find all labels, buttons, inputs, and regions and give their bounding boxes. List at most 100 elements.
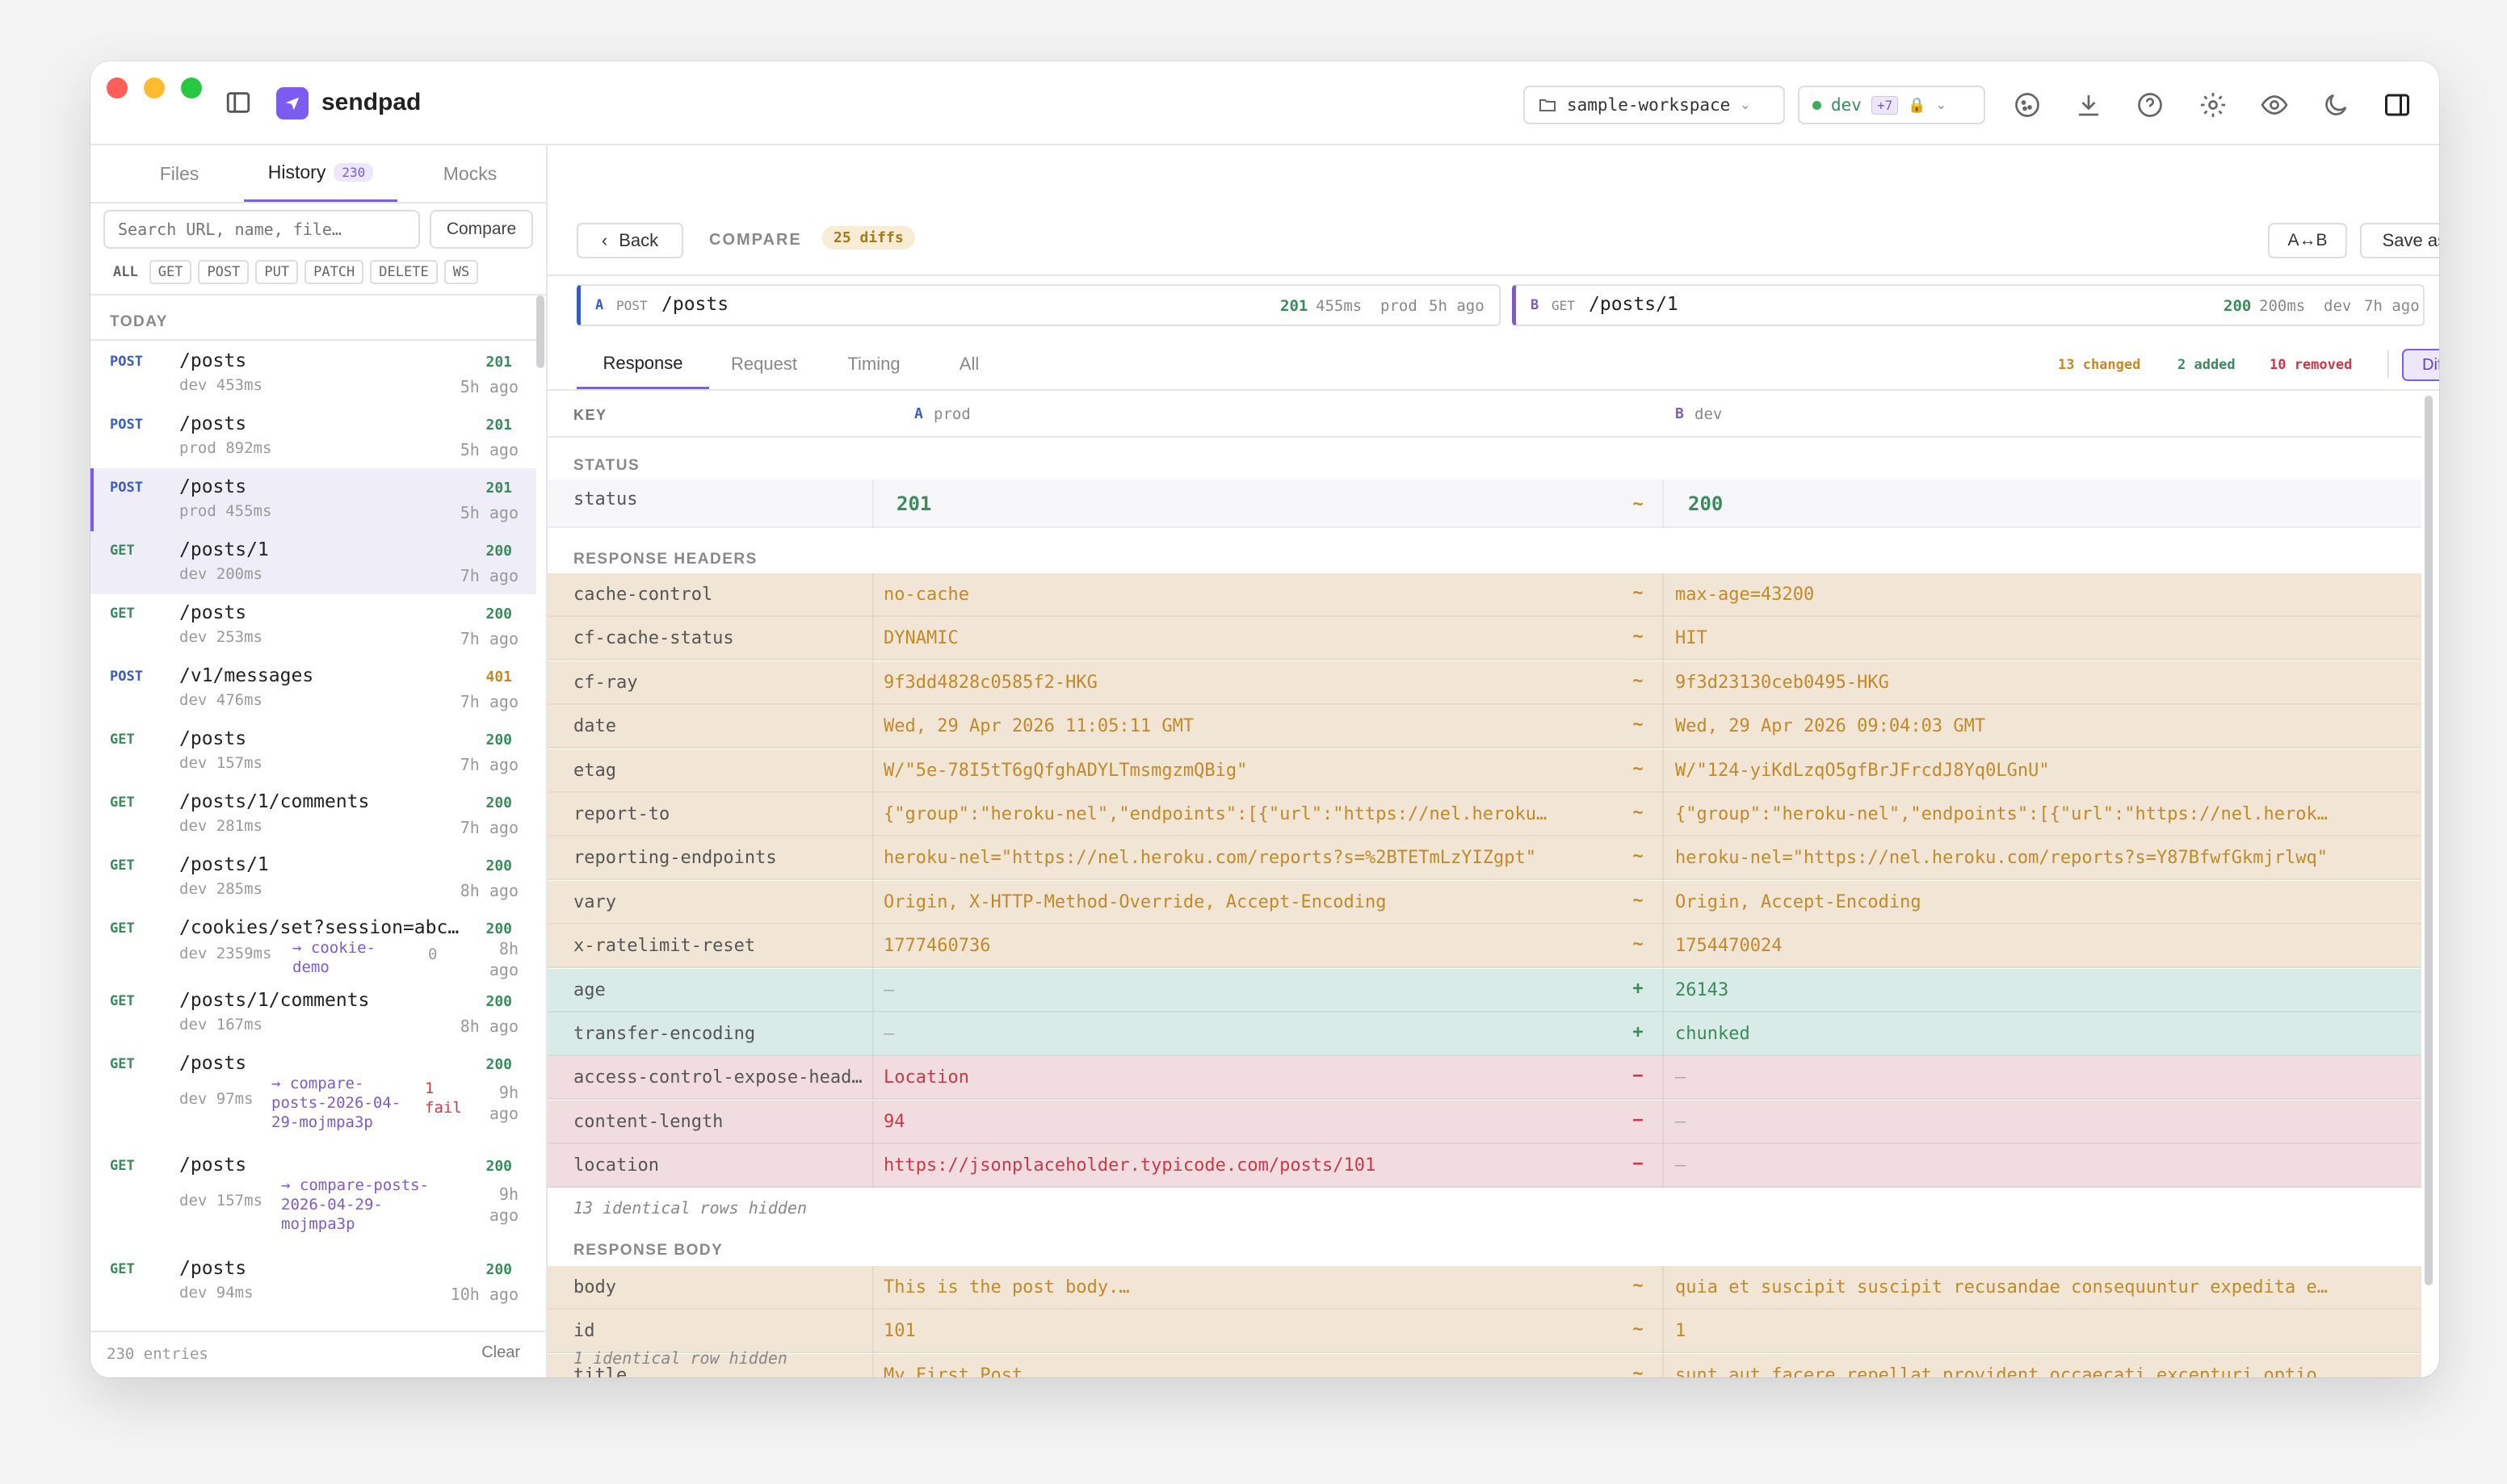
filter-put[interactable]: PUT bbox=[255, 260, 299, 284]
history-item-env: dev 200ms bbox=[179, 565, 262, 583]
filter-patch[interactable]: PATCH bbox=[304, 260, 364, 284]
history-item[interactable]: GET/posts 200 dev 253ms 7h ago bbox=[90, 594, 536, 657]
panel-toggle-icon[interactable] bbox=[2383, 90, 2412, 119]
gear-icon[interactable] bbox=[2198, 90, 2228, 119]
history-item[interactable]: POST/posts 201 dev 453ms 5h ago bbox=[90, 342, 536, 405]
tab-response[interactable]: Response bbox=[577, 339, 709, 389]
diff-row-key: cache-control bbox=[573, 585, 713, 605]
cookie-icon[interactable] bbox=[2013, 90, 2042, 119]
diff-row-value-b: heroku-nel="https://nel.heroku.com/repor… bbox=[1675, 848, 2328, 869]
compare-button[interactable]: Compare bbox=[430, 210, 533, 249]
history-item-flow-link[interactable]: → compare-posts- 2026-04-29- mojmpa3p bbox=[281, 1176, 429, 1234]
workspace-selector[interactable]: sample-workspace ⌄ bbox=[1523, 86, 1785, 124]
history-item-flow-link[interactable]: → compare- posts-2026-04- 29-mojmpa3p bbox=[271, 1074, 401, 1132]
diff-scrollbar[interactable] bbox=[2425, 396, 2433, 1285]
history-item[interactable]: GET/posts 200 dev 157ms → compare-posts- 20… bbox=[90, 1147, 536, 1250]
request-a-card[interactable]: A POST /posts 201 455ms prod 5h ago bbox=[577, 284, 1501, 326]
history-item[interactable]: GET/cookies/set?session=abc123 200 dev 235… bbox=[90, 909, 536, 982]
save-as-flow-button[interactable]: Save as flow bbox=[2360, 223, 2439, 258]
col-divider bbox=[1662, 480, 1664, 528]
download-icon[interactable] bbox=[2074, 90, 2103, 119]
diff-row[interactable]: content-length 94 − — bbox=[548, 1100, 2421, 1144]
tab-all[interactable]: All bbox=[929, 339, 1010, 389]
filter-delete[interactable]: DELETE bbox=[370, 260, 438, 284]
clear-history-button[interactable]: Clear bbox=[481, 1344, 520, 1362]
body-hidden-note[interactable]: 1 identical row hidden bbox=[573, 1348, 787, 1368]
environment-selector[interactable]: dev +7 🔒 ⌄ bbox=[1798, 86, 1985, 124]
filter-ws[interactable]: WS bbox=[443, 260, 479, 284]
history-search-input[interactable] bbox=[103, 210, 420, 249]
history-item-method: GET bbox=[110, 732, 135, 748]
help-icon[interactable] bbox=[2135, 90, 2165, 119]
history-item[interactable]: GET/posts/1 200 dev 285ms 8h ago bbox=[90, 846, 536, 909]
history-item-flow-link[interactable]: → cookie- demo bbox=[292, 938, 376, 977]
diff-row[interactable]: transfer-encoding — + chunked bbox=[548, 1012, 2421, 1056]
diff-row[interactable]: title My First Post… ~ sunt aut facere repe… bbox=[548, 1353, 2421, 1377]
diff-row[interactable]: age — +26143 bbox=[548, 968, 2421, 1012]
request-b-card[interactable]: B GET /posts/1 200 200ms dev 7h ago bbox=[1512, 284, 2425, 326]
filter-all[interactable]: ALL bbox=[108, 262, 143, 283]
col-divider bbox=[872, 836, 874, 881]
diff-row[interactable]: body This is the post body.… ~ quia et susc… bbox=[548, 1266, 2421, 1310]
tab-mocks[interactable]: Mocks bbox=[414, 145, 527, 202]
col-divider bbox=[872, 1100, 874, 1144]
filter-divider bbox=[90, 294, 546, 296]
history-item-path: /posts bbox=[179, 602, 247, 623]
history-item-time: 7h ago bbox=[460, 692, 519, 711]
minimize-window-button[interactable] bbox=[144, 78, 165, 99]
tab-files[interactable]: Files bbox=[115, 145, 244, 202]
filter-post[interactable]: POST bbox=[198, 260, 250, 284]
history-item[interactable]: POST/posts 201 prod 455ms 5h ago bbox=[90, 468, 536, 594]
col-divider bbox=[1662, 1353, 1664, 1377]
close-window-button[interactable] bbox=[107, 78, 128, 99]
headers-hidden-note[interactable]: 13 identical rows hidden bbox=[573, 1198, 807, 1218]
diff-row[interactable]: cf-cache-status DYNAMIC ~ HIT bbox=[548, 617, 2421, 661]
eye-icon[interactable] bbox=[2260, 90, 2289, 119]
history-item[interactable]: POST/v1/messages 401 dev 476ms 7h ago bbox=[90, 657, 536, 720]
diff-row[interactable]: cf-ray 9f3dd4828c0585f2-HKG ~9f3d23130ceb0… bbox=[548, 660, 2421, 705]
sidebar-toggle-icon[interactable] bbox=[225, 89, 252, 116]
back-label: Back bbox=[619, 230, 659, 250]
sidebar-scrollbar[interactable] bbox=[536, 296, 544, 368]
history-item-path: /posts bbox=[179, 728, 247, 749]
history-item[interactable]: GET/posts/1/comments 200 dev 167ms 8h ago bbox=[90, 982, 536, 1045]
tab-request[interactable]: Request bbox=[709, 339, 819, 389]
diff-row-key: transfer-encoding bbox=[573, 1024, 756, 1044]
back-button[interactable]: ‹ Back bbox=[577, 223, 683, 258]
col-divider bbox=[872, 617, 874, 661]
diffs-only-toggle[interactable]: Diffs only bbox=[2402, 349, 2439, 381]
diff-row[interactable]: vary Origin, X-HTTP-Method-Override, Acce… bbox=[548, 880, 2421, 924]
diff-row-value-b: — bbox=[1675, 1067, 1686, 1088]
diff-row[interactable]: cache-control no-cache ~ max-age=43200 bbox=[548, 573, 2421, 617]
diff-row[interactable]: x-ratelimit-reset 1777460736 ~1754470024 bbox=[548, 924, 2421, 969]
diff-row[interactable]: date Wed, 29 Apr 2026 11:05:11 GMT ~ Wed, 2… bbox=[548, 705, 2421, 749]
diff-row[interactable]: id 101 ~1 bbox=[548, 1310, 2421, 1354]
history-item[interactable]: GET/posts 200 dev 157ms 7h ago bbox=[90, 720, 536, 783]
diff-row-key: age bbox=[573, 979, 606, 1000]
filter-get[interactable]: GET bbox=[149, 260, 192, 284]
history-item[interactable]: GET/posts 200 dev 97ms → compare- posts-202… bbox=[90, 1045, 536, 1147]
col-a-env: prod bbox=[934, 405, 971, 423]
tab-timing[interactable]: Timing bbox=[819, 339, 929, 389]
workspace-name: sample-workspace bbox=[1567, 95, 1731, 115]
history-item-status: 201 bbox=[485, 480, 512, 497]
history-item-time: 8h ago bbox=[489, 939, 519, 979]
history-item[interactable]: GET/posts/1/comments 200 dev 281ms 7h ago bbox=[90, 783, 536, 846]
zoom-window-button[interactable] bbox=[181, 78, 202, 99]
diff-row[interactable]: etag W/"5e-78I5tT6gQfghADYLTmsmgzmQBig" ~ W… bbox=[548, 748, 2421, 793]
moon-icon[interactable] bbox=[2321, 90, 2350, 119]
history-item[interactable]: GET/posts 200 dev 94ms 10h ago bbox=[90, 1250, 536, 1313]
history-item-status: 200 bbox=[485, 794, 512, 811]
history-item-time: 8h ago bbox=[460, 1017, 519, 1036]
history-item[interactable]: POST/posts 201 prod 892ms 5h ago bbox=[90, 405, 536, 468]
tab-history[interactable]: History 230 bbox=[244, 145, 397, 202]
history-item[interactable]: GET/posts/1 200 dev 200ms 7h ago bbox=[90, 531, 536, 594]
diff-row[interactable]: location https://jsonplaceholder.typicode… bbox=[548, 1144, 2421, 1188]
diff-row[interactable]: report-to {"group":"heroku-nel","endpoint… bbox=[548, 793, 2421, 836]
col-divider bbox=[872, 1310, 874, 1354]
swap-ab-button[interactable]: A↔B bbox=[2268, 223, 2347, 258]
history-item-flow-result: 1 fail bbox=[425, 1079, 462, 1117]
compare-panel: ‹ Back COMPARE 25 diffs A↔B Save as flow… bbox=[548, 145, 2439, 1377]
diff-row[interactable]: access-control-expose-headers Location − — bbox=[548, 1056, 2421, 1100]
diff-row[interactable]: reporting-endpoints heroku-nel="https://n… bbox=[548, 836, 2421, 881]
